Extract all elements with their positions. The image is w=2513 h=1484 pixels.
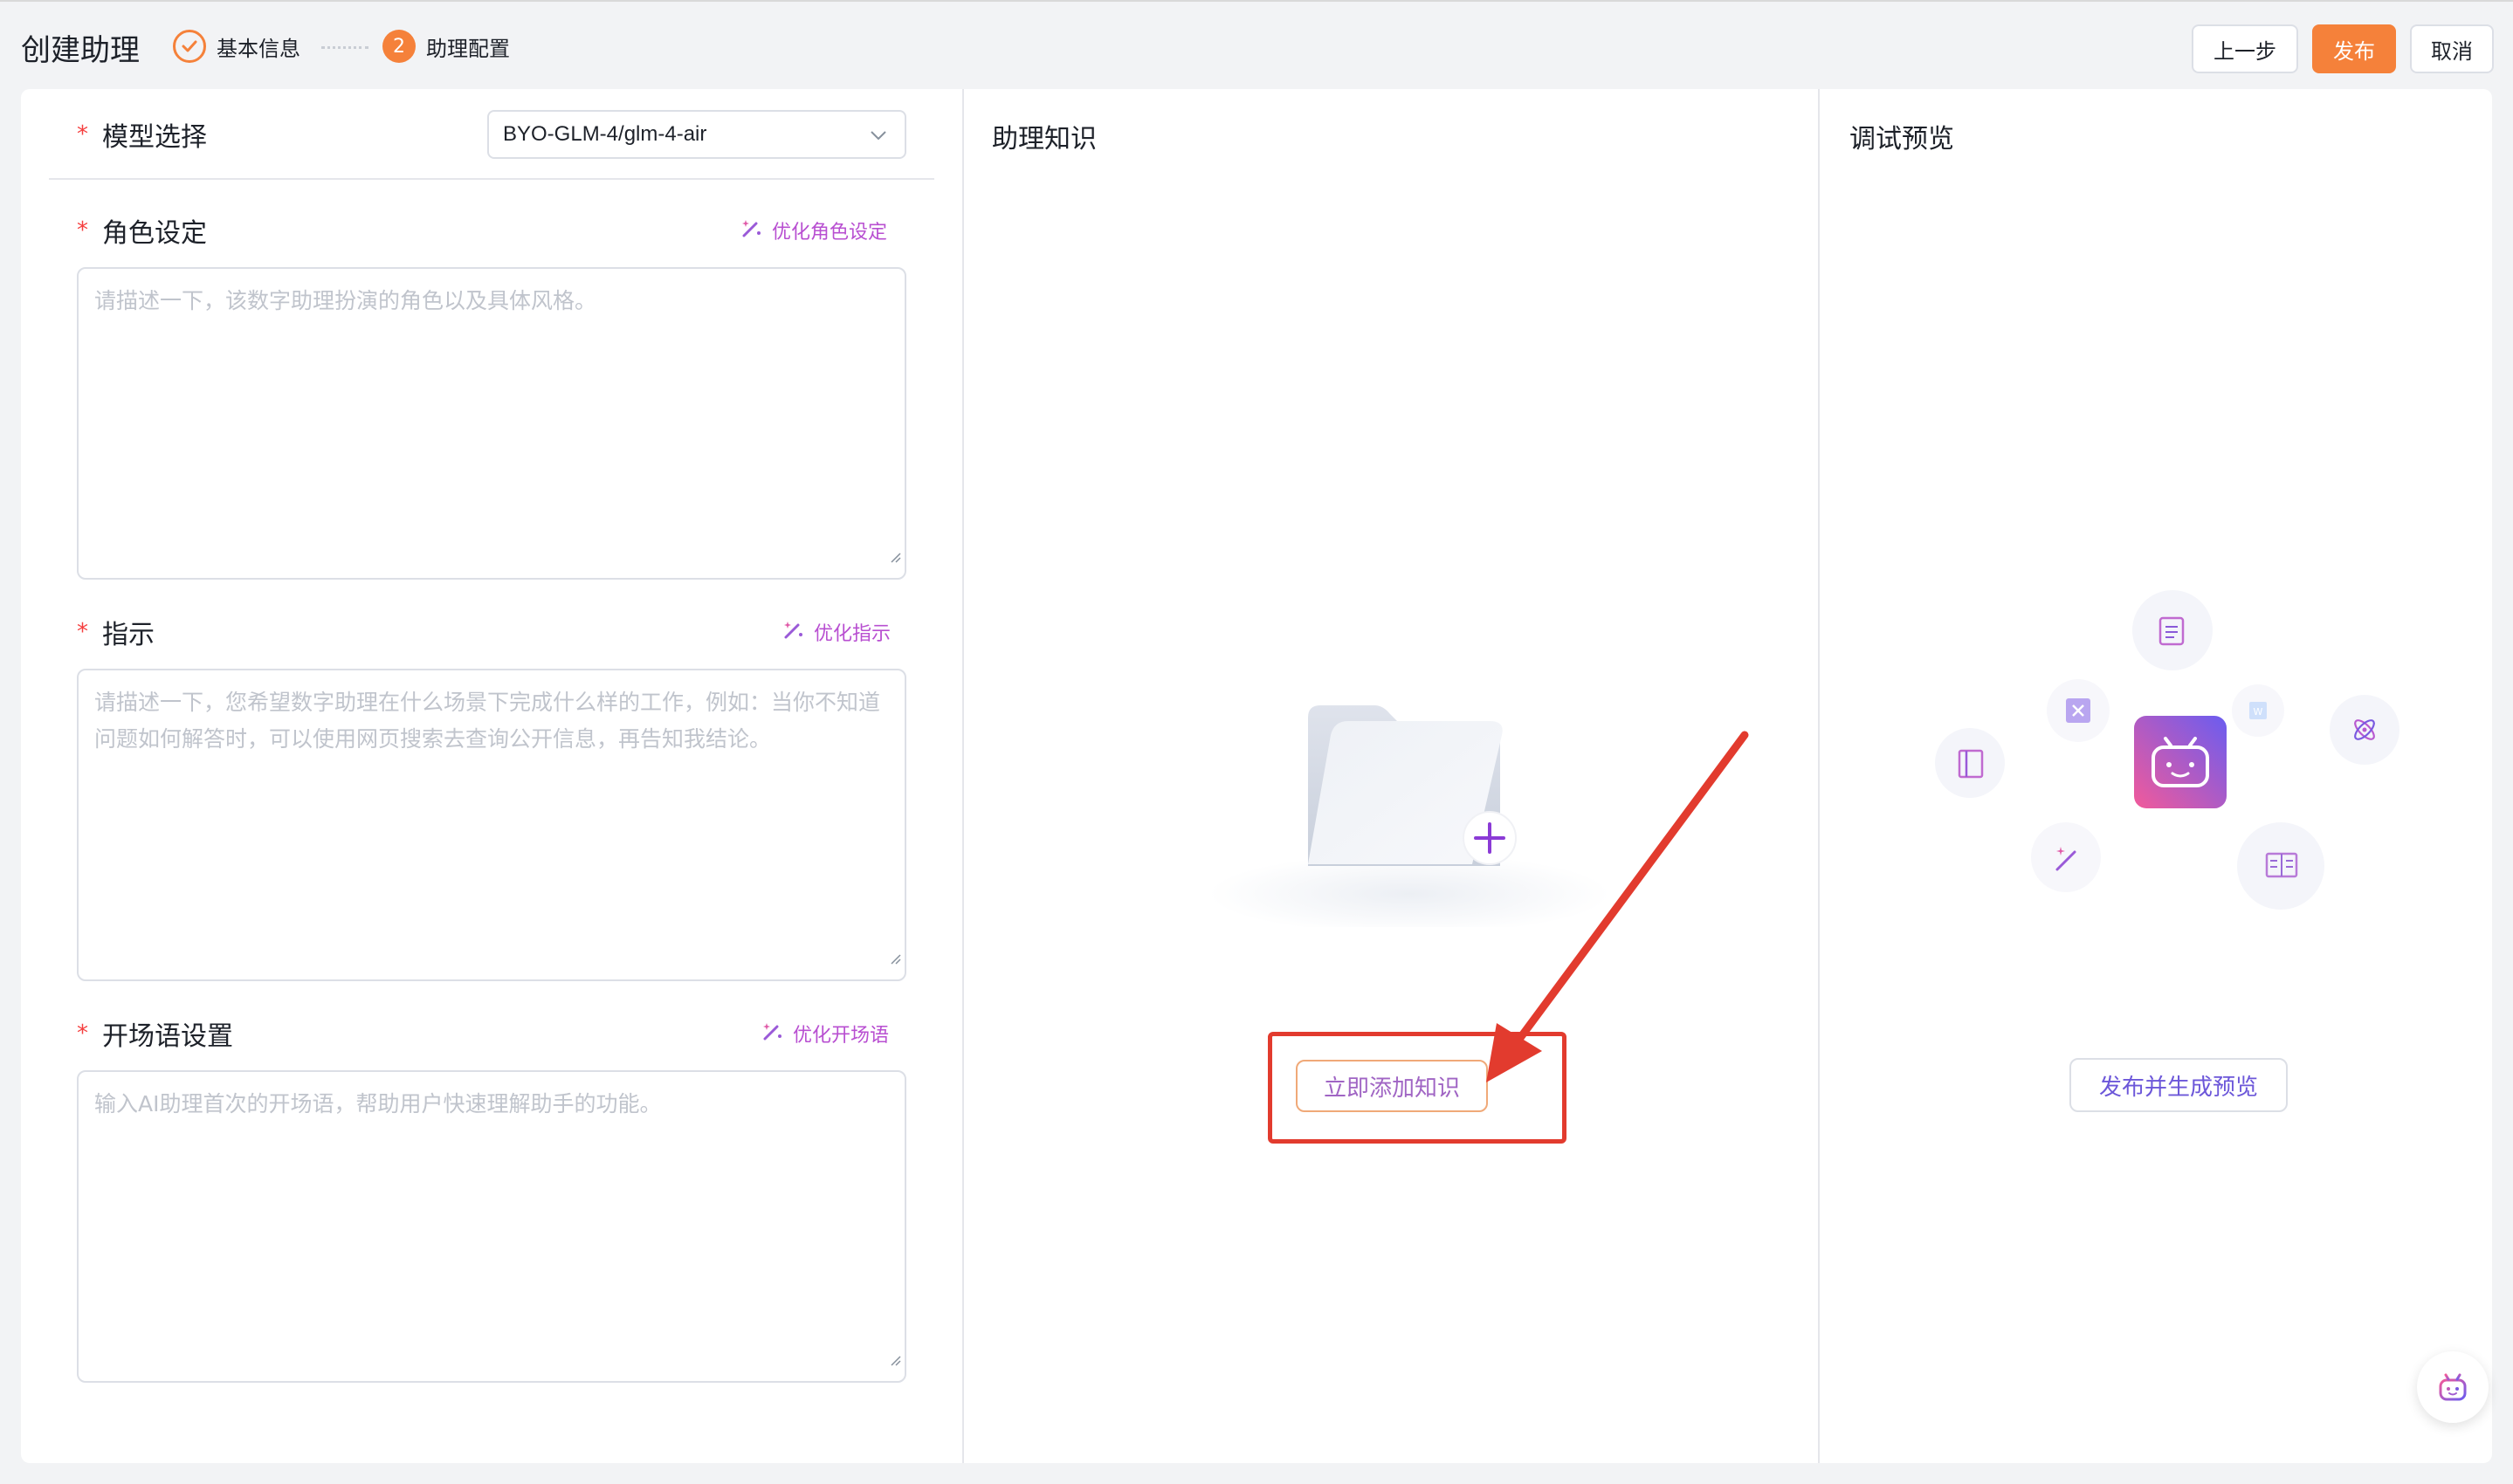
step-basic-info[interactable]: 基本信息 [173,30,300,63]
step-label: 基本信息 [217,36,300,61]
preview-title: 调试预览 [1849,124,1954,155]
required-mark: * [77,121,88,148]
instruction-placeholder: 请描述一下，您希望数字助理在什么场景下完成什么样的工作，例如：当你不知道问题如何… [94,690,881,752]
opening-placeholder: 输入AI助理首次的开场语，帮助用户快速理解助手的功能。 [94,1091,662,1116]
column-divider [1818,89,1820,1463]
step-assistant-config[interactable]: 2 助理配置 [382,30,510,63]
top-bar: 创建助理 基本信息 2 助理配置 上一步 发布 取消 [0,0,2513,89]
check-icon [173,30,206,63]
instruction-label: * 指示 [77,619,155,650]
divider [49,178,934,180]
publish-preview-button[interactable]: 发布并生成预览 [2069,1058,2288,1112]
opening-label: * 开场语设置 [77,1020,233,1052]
preview-illustration: W [1935,590,2399,910]
assistant-bot-button[interactable] [2417,1351,2489,1423]
magic-wand-icon [782,618,805,646]
knowledge-title: 助理知识 [992,124,1097,155]
required-mark: * [77,619,88,645]
main-panel: * 模型选择 BYO-GLM-4/glm-4-air * 角色设定 优化角色设定… [21,89,2492,1463]
step-connector [321,46,368,49]
role-placeholder: 请描述一下，该数字助理扮演的角色以及具体风格。 [94,288,597,313]
page-title: 创建助理 [21,33,140,68]
robot-icon [2439,1373,2467,1401]
magic-wand-icon [740,216,763,244]
required-mark: * [77,217,88,244]
resize-handle[interactable] [889,538,901,574]
required-mark: * [77,1020,88,1047]
robot-icon [2134,716,2227,808]
model-select[interactable]: BYO-GLM-4/glm-4-air [487,110,906,159]
resize-handle[interactable] [889,939,901,976]
column-divider [962,89,964,1463]
instruction-textarea[interactable]: 请描述一下，您希望数字助理在什么场景下完成什么样的工作，例如：当你不知道问题如何… [77,669,906,981]
excel-icon [2066,698,2090,723]
chevron-down-icon [868,124,889,151]
prev-step-button[interactable]: 上一步 [2192,24,2298,73]
svg-text:W: W [2254,706,2263,718]
add-knowledge-button[interactable]: 立即添加知识 [1296,1060,1488,1112]
opening-textarea[interactable]: 输入AI助理首次的开场语，帮助用户快速理解助手的功能。 [77,1070,906,1383]
publish-button[interactable]: 发布 [2312,24,2396,73]
annotation-arrow [1486,731,1749,1082]
resize-handle[interactable] [889,1341,901,1378]
step-label: 助理配置 [426,36,510,61]
cancel-button[interactable]: 取消 [2410,24,2494,73]
role-textarea[interactable]: 请描述一下，该数字助理扮演的角色以及具体风格。 [77,267,906,580]
step-number: 2 [382,30,416,63]
model-label: * 模型选择 [77,121,207,153]
model-select-value: BYO-GLM-4/glm-4-air [503,122,707,146]
magic-wand-icon [761,1020,784,1048]
optimize-role-button[interactable]: 优化角色设定 [740,216,2492,244]
word-icon: W [2249,702,2267,719]
role-label: * 角色设定 [77,217,207,249]
